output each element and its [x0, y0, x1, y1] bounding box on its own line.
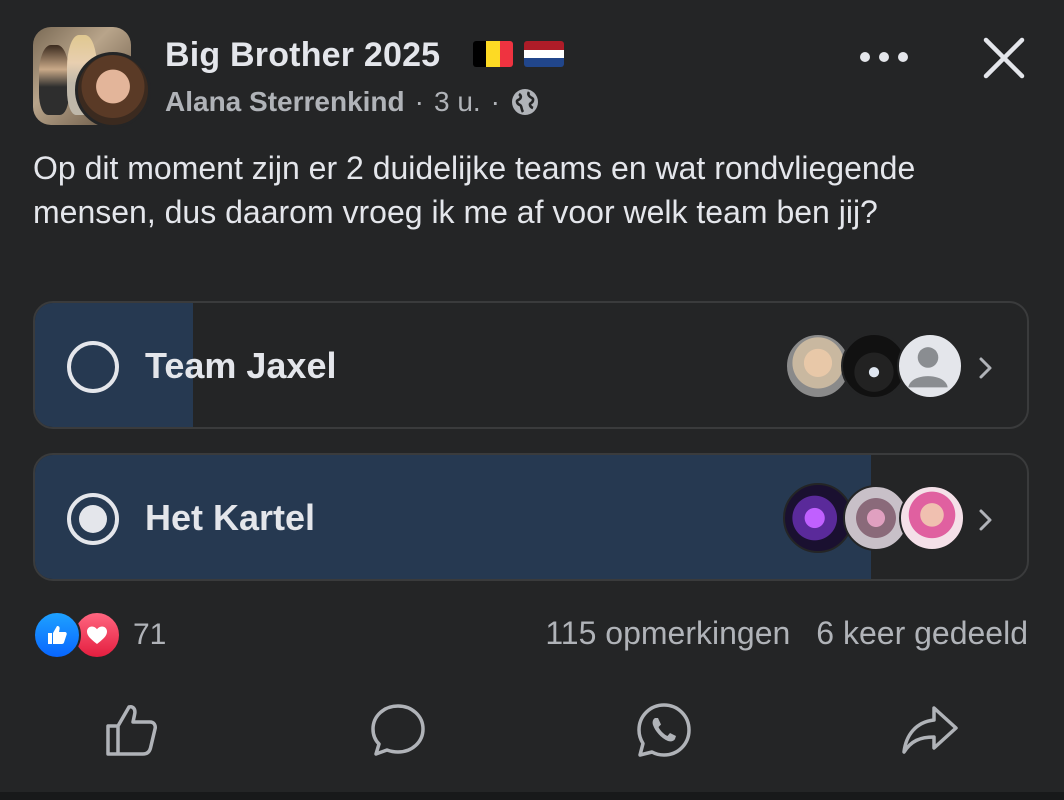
poll-option-team-jaxel[interactable]: Team Jaxel	[33, 301, 1029, 429]
poll-option-het-kartel[interactable]: Het Kartel	[33, 453, 1029, 581]
like-button-icon[interactable]	[100, 698, 164, 762]
post-stats: 115 opmerkingen 6 keer gedeeld	[545, 615, 1028, 652]
post-time[interactable]: 3 u.	[434, 86, 481, 118]
belgium-flag-icon	[473, 41, 513, 67]
post-meta: Alana Sterrenkind · 3 u. ·	[165, 86, 540, 118]
share-button-icon[interactable]	[898, 698, 962, 762]
chevron-right-icon[interactable]	[973, 505, 997, 535]
radio-unselected-icon[interactable]	[67, 341, 119, 393]
voter-avatar	[899, 485, 965, 551]
whatsapp-button-icon[interactable]	[632, 698, 696, 762]
radio-selected-icon[interactable]	[67, 493, 119, 545]
more-options-icon[interactable]	[860, 43, 908, 71]
netherlands-flag-icon	[524, 41, 564, 67]
reaction-count: 71	[133, 618, 167, 651]
chevron-right-icon[interactable]	[973, 353, 997, 383]
group-name[interactable]: Big Brother 2025	[165, 36, 440, 75]
meta-separator: ·	[414, 86, 424, 117]
author-avatar[interactable]	[75, 52, 151, 128]
close-icon[interactable]	[982, 36, 1026, 80]
reactions-summary[interactable]: 71	[33, 611, 167, 659]
default-avatar-icon	[897, 333, 963, 399]
shares-count-link[interactable]: 6 keer gedeeld	[816, 615, 1028, 652]
facebook-post: Big Brother 2025 Alana Sterrenkind · 3 u…	[0, 0, 1064, 800]
poll-option-label: Team Jaxel	[145, 345, 337, 386]
like-reaction-icon	[33, 611, 81, 659]
globe-icon	[512, 89, 538, 115]
author-name[interactable]: Alana Sterrenkind	[165, 86, 405, 118]
comments-count-link[interactable]: 115 opmerkingen	[545, 615, 790, 652]
meta-separator: ·	[490, 86, 500, 117]
poll-option-label: Het Kartel	[145, 497, 316, 538]
voter-avatars[interactable]	[783, 333, 963, 399]
post-text: Op dit moment zijn er 2 duidelijke teams…	[33, 150, 916, 230]
bottom-divider	[0, 792, 1064, 800]
comment-button-icon[interactable]	[366, 698, 430, 762]
voter-avatars[interactable]	[783, 483, 965, 553]
